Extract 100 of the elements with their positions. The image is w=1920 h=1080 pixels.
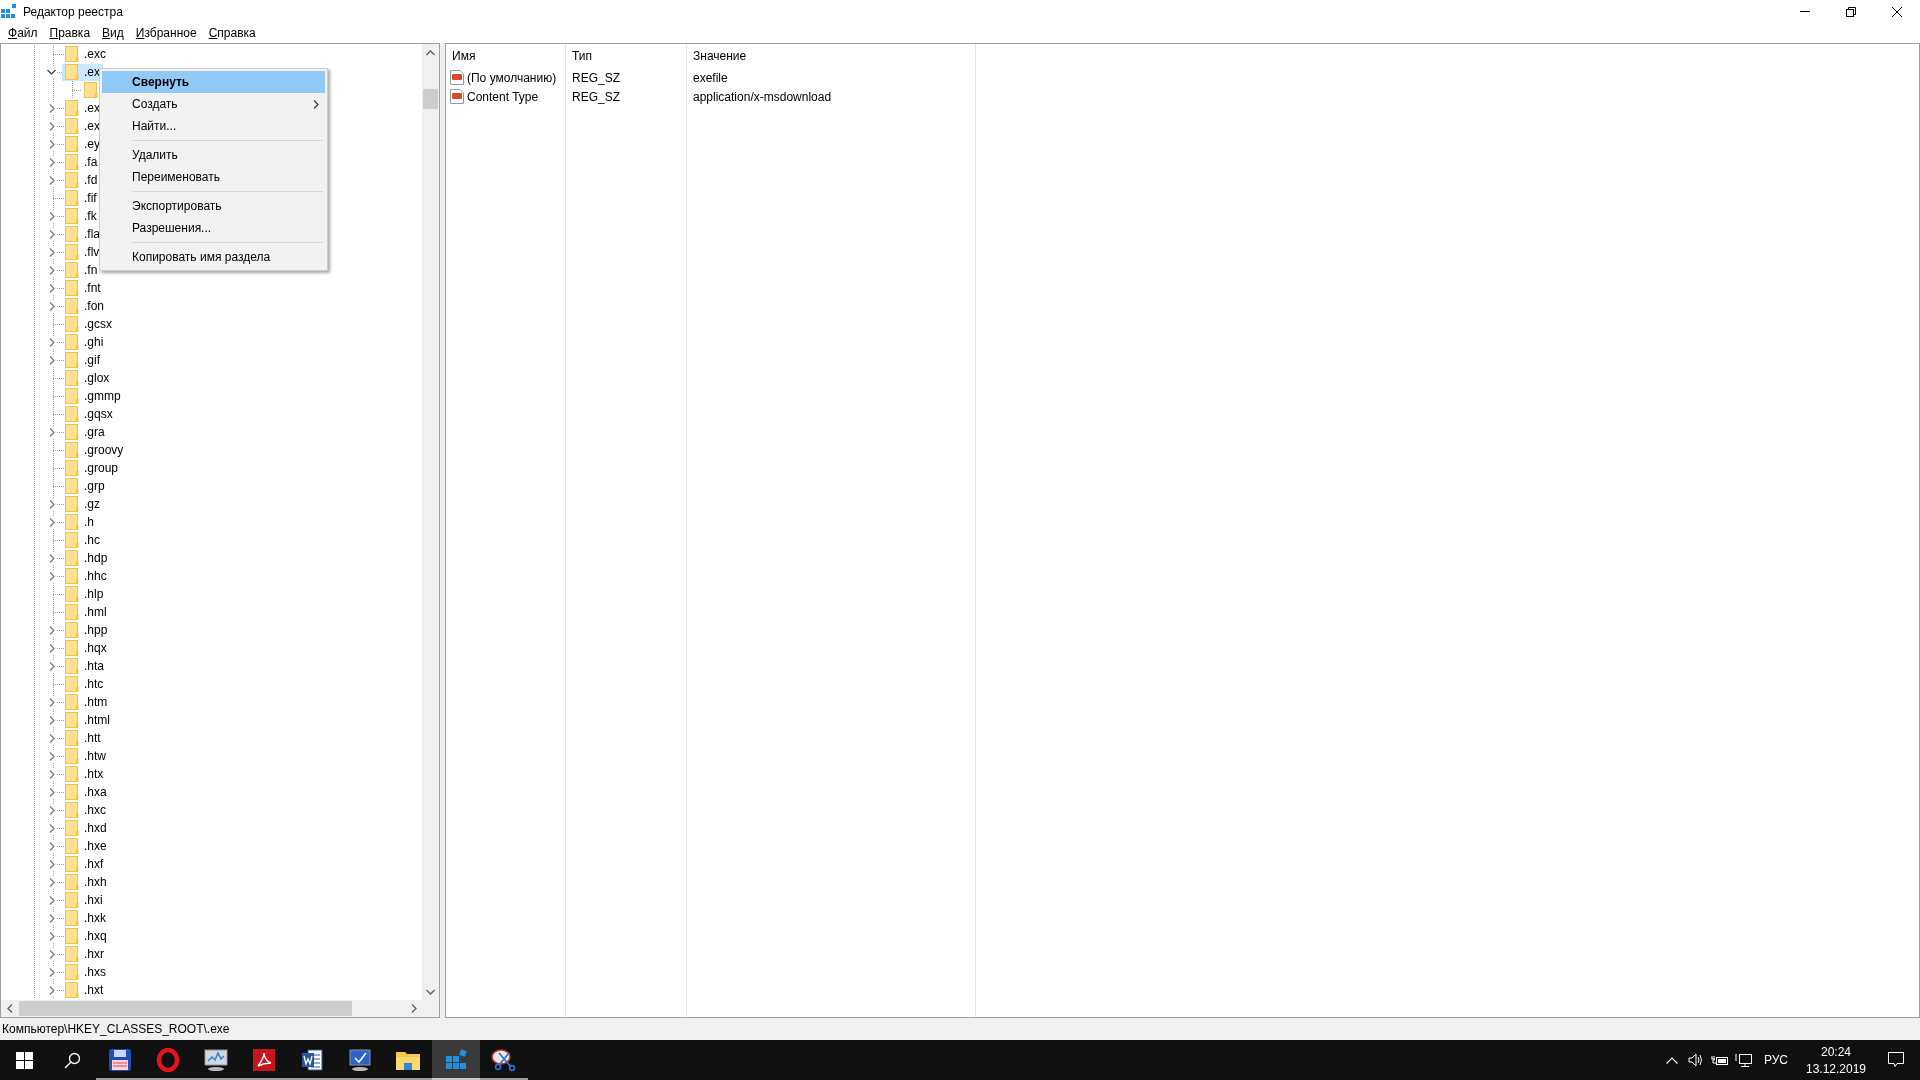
context-menu-item[interactable]: Создать <box>102 93 325 115</box>
tree-item[interactable]: .hxr <box>62 945 107 963</box>
folder-icon <box>65 172 79 188</box>
chevron-up-icon <box>426 49 435 56</box>
context-menu-item[interactable]: Свернуть <box>102 71 325 93</box>
cubes-icon <box>444 1048 468 1072</box>
tree-item[interactable]: .fon <box>62 297 107 315</box>
tree-item[interactable]: .grp <box>62 477 108 495</box>
scrollbar-thumb[interactable] <box>19 1001 352 1016</box>
language-indicator[interactable]: РУС <box>1756 1040 1796 1080</box>
tree-item[interactable]: .hxi <box>62 891 106 909</box>
folder-icon <box>65 154 79 170</box>
folder-icon <box>65 442 79 458</box>
tree-item[interactable]: .gra <box>62 423 108 441</box>
tree-item[interactable]: .gz <box>62 495 103 513</box>
column-header[interactable]: Тип <box>566 44 686 68</box>
tree-item[interactable]: .hxd <box>62 819 110 837</box>
menu-item[interactable]: Вид <box>96 26 130 40</box>
tree-item[interactable]: .hxc <box>62 801 109 819</box>
tree-item[interactable]: .hxk <box>62 909 109 927</box>
document-icon <box>300 1048 324 1072</box>
tree-item[interactable]: .html <box>62 711 113 729</box>
tree-item[interactable]: .hdp <box>62 549 111 567</box>
menu-item[interactable]: Правка <box>43 26 97 40</box>
tree-item[interactable]: .hc <box>62 531 103 549</box>
tree-item[interactable]: .hlp <box>62 585 107 603</box>
tree-item[interactable]: .hxh <box>62 873 110 891</box>
tree-item[interactable] <box>81 81 101 99</box>
clock[interactable]: 20:24 13.12.2019 <box>1800 1040 1872 1080</box>
tree-item[interactable]: .hxt <box>62 981 107 999</box>
tree-item[interactable]: .hml <box>62 603 110 621</box>
tree-item[interactable]: .fk <box>62 207 100 225</box>
tree-item[interactable]: .glox <box>62 369 113 387</box>
tree-item[interactable]: .hqx <box>62 639 110 657</box>
tree-item[interactable]: .gqsx <box>62 405 116 423</box>
folder-icon <box>65 982 79 998</box>
context-menu-item[interactable]: Экспортировать <box>102 195 325 217</box>
taskbar-app[interactable] <box>432 1040 480 1080</box>
tree-item[interactable]: .fnt <box>62 279 104 297</box>
value-data: application/x-msdownload <box>692 88 833 106</box>
chevron-right-icon[interactable] <box>48 427 55 437</box>
tree-item[interactable]: .gif <box>62 351 103 369</box>
context-menu-item[interactable]: Копировать имя раздела <box>102 246 325 268</box>
tree-item[interactable]: .exc <box>62 45 109 63</box>
column-header[interactable]: Значение <box>687 44 975 68</box>
speech-bubble-icon <box>1888 1052 1904 1068</box>
tree-item[interactable]: .htx <box>62 765 107 783</box>
cubes-icon <box>1 3 17 20</box>
folder-icon <box>65 874 79 890</box>
tree-item[interactable]: .group <box>62 459 122 477</box>
tree-item[interactable]: .ex <box>62 117 103 135</box>
tree-item[interactable]: .h <box>62 513 97 531</box>
tree-item[interactable]: .hxe <box>62 837 110 855</box>
tree-item[interactable]: .flv <box>62 243 103 261</box>
tree-item[interactable]: .htw <box>62 747 109 765</box>
tree-item[interactable]: .htm <box>62 693 111 711</box>
close-icon <box>1892 6 1902 17</box>
tree-item[interactable]: .htc <box>62 675 107 693</box>
tree-item[interactable]: .gmmp <box>62 387 124 405</box>
tree-item[interactable]: .hxf <box>62 855 107 873</box>
chevron-right-icon <box>410 1004 417 1013</box>
context-menu-item[interactable]: Найти... <box>102 115 325 137</box>
tree-item[interactable]: .htt <box>62 729 104 747</box>
tree-item[interactable]: .ex <box>62 63 103 81</box>
value-type: REG_SZ <box>571 88 621 106</box>
tree-item[interactable]: .ghi <box>62 333 107 351</box>
menu-item[interactable]: Справка <box>202 26 262 40</box>
tree-item[interactable]: .hxq <box>62 927 110 945</box>
tree-item[interactable]: .hta <box>62 657 107 675</box>
folder-icon <box>65 316 79 332</box>
menu-item[interactable]: Файл <box>2 26 44 40</box>
scissors-icon <box>491 1047 517 1073</box>
clock-date: 13.12.2019 <box>1805 1061 1867 1076</box>
folder-icon <box>65 262 79 278</box>
tree-item[interactable]: .hpp <box>62 621 111 639</box>
folder-icon <box>65 604 79 620</box>
context-menu-item[interactable]: Переименовать <box>102 166 325 188</box>
tree-item[interactable]: .hhc <box>62 567 110 585</box>
tree-item[interactable]: .fn <box>62 261 101 279</box>
column-header[interactable]: Имя <box>446 44 565 68</box>
tree-item[interactable]: .fd <box>62 171 101 189</box>
folder-icon <box>65 928 79 944</box>
chevron-down-icon[interactable] <box>47 69 56 75</box>
scrollbar-thumb[interactable] <box>423 89 438 109</box>
tree-item[interactable]: .ex <box>62 99 103 117</box>
tree-item[interactable]: .ey <box>62 135 103 153</box>
tree-item[interactable]: .groovy <box>62 441 127 459</box>
menu-item[interactable]: Избранное <box>129 26 203 40</box>
tree-item[interactable]: .fa <box>62 153 101 171</box>
tree-item[interactable]: .gcsx <box>62 315 115 333</box>
windows-logo-icon <box>15 1051 33 1069</box>
tree-item[interactable]: .fif <box>62 189 100 207</box>
search-icon <box>63 1051 81 1069</box>
folder-icon <box>65 640 79 656</box>
context-menu-item[interactable]: Удалить <box>102 144 325 166</box>
tree-item[interactable]: .fla <box>62 225 103 243</box>
context-menu-item[interactable]: Разрешения... <box>102 217 325 239</box>
tree-item[interactable]: .hxa <box>62 783 110 801</box>
folder-icon <box>65 388 79 404</box>
tree-item[interactable]: .hxs <box>62 963 109 981</box>
